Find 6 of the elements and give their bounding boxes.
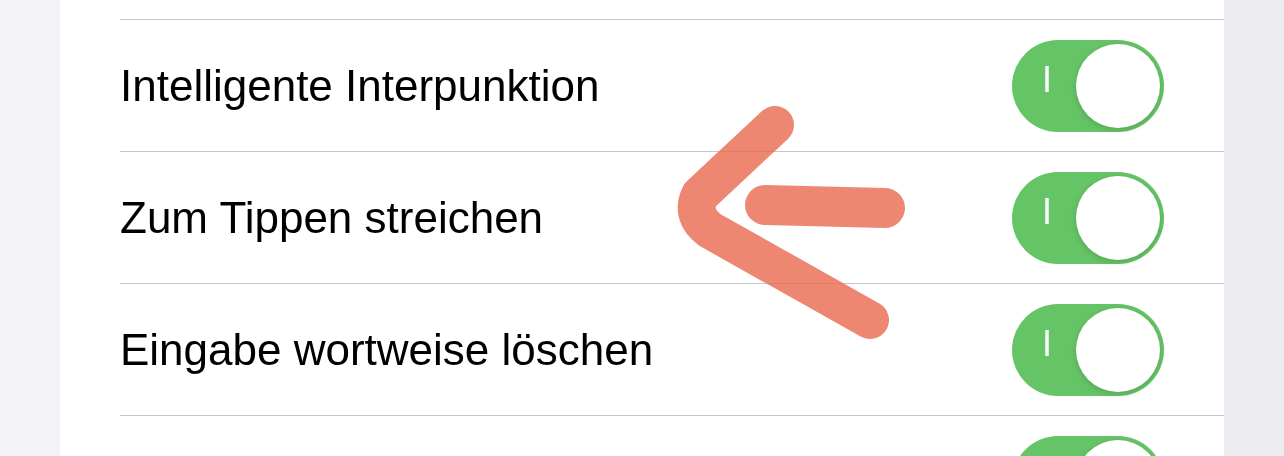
toggle-switch[interactable]: I: [1012, 303, 1164, 396]
toggle-switch[interactable]: I: [1012, 39, 1164, 132]
toggle-switch[interactable]: I: [1012, 171, 1164, 264]
setting-label: Intelligente Interpunktion: [120, 59, 600, 112]
setting-label: Eingabe wortweise löschen: [120, 323, 654, 376]
setting-label: Zum Tippen streichen: [120, 191, 544, 244]
